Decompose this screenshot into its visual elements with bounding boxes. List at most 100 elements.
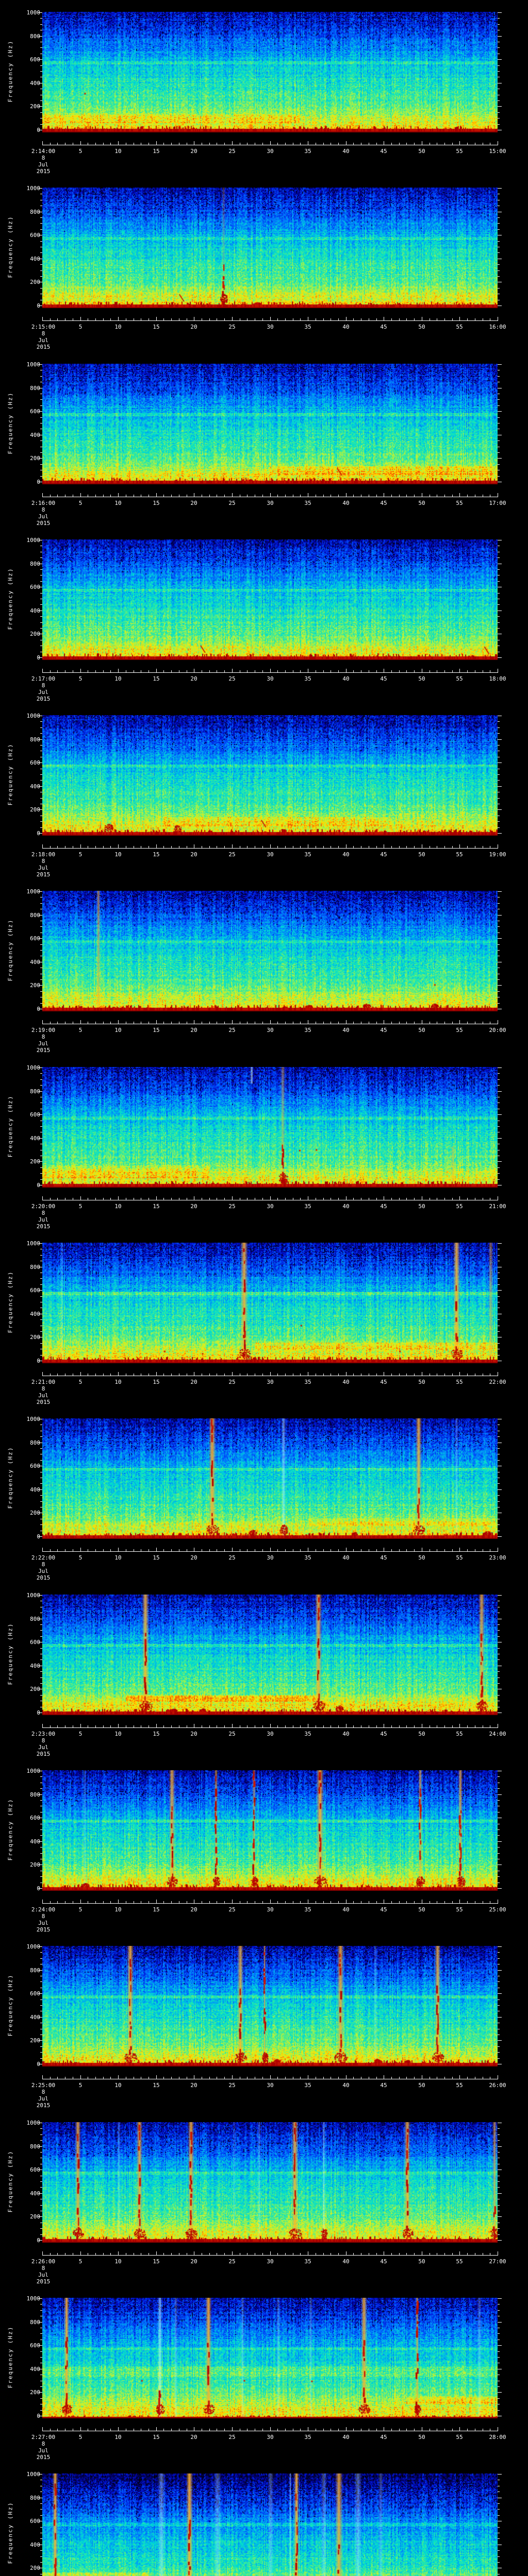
axis-tick: [40, 112, 42, 113]
y-axis-tick-label: 600: [30, 1814, 40, 1821]
axis-tick: [42, 141, 43, 145]
axis-tick: [399, 1725, 400, 1727]
x-axis-tick-label: 45: [380, 2258, 387, 2265]
axis-tick: [40, 1835, 42, 1836]
axis-tick: [40, 592, 42, 594]
axis-tick: [40, 903, 42, 904]
axis-tick: [40, 569, 42, 570]
axis-tick: [232, 1548, 233, 1552]
x-axis-start-time-label: 2:21:00: [31, 1379, 56, 1386]
axis-tick: [156, 317, 157, 321]
x-axis-end-time-label: 23:00: [489, 1554, 506, 1562]
axis-tick: [498, 2228, 500, 2229]
axis-tick: [40, 2410, 42, 2411]
y-axis-tick-label: 400: [30, 1134, 40, 1142]
y-axis-title: Frequency (Hz): [7, 1974, 14, 2037]
axis-tick: [80, 1899, 81, 1903]
axis-tick: [232, 2251, 233, 2255]
axis-tick: [40, 616, 42, 617]
axis-tick: [163, 846, 164, 849]
axis-tick: [498, 1483, 500, 1484]
x-axis-tick-label: 20: [190, 1202, 197, 1210]
x-axis-tick-label: 35: [304, 1554, 311, 1562]
axis-tick: [459, 1372, 460, 1376]
axis-tick: [406, 1901, 407, 1903]
axis-tick: [391, 318, 392, 321]
x-axis-tick-label: 25: [228, 1730, 236, 1737]
x-axis-tick-label: 5: [78, 1027, 82, 1034]
axis-tick: [171, 2077, 172, 2079]
date-day-label: 8: [41, 1912, 45, 1920]
x-axis-tick-label: 5: [78, 1379, 82, 1386]
axis-tick: [42, 844, 43, 849]
axis-tick: [148, 318, 149, 321]
axis-tick: [57, 2077, 58, 2079]
axis-tick: [40, 2058, 42, 2059]
axis-tick: [498, 2386, 500, 2387]
y-axis-tick-label: 200: [30, 806, 40, 814]
axis-tick: [498, 417, 500, 418]
axis-tick: [247, 318, 248, 321]
axis-tick: [414, 2252, 415, 2255]
axis-tick: [498, 12, 502, 13]
axis-tick: [353, 1197, 354, 1200]
date-year-label: 2015: [36, 1926, 51, 1933]
y-axis-tick-label: 200: [30, 1510, 40, 1517]
y-axis-tick-label: 200: [30, 2213, 40, 2220]
axis-tick: [118, 1548, 119, 1552]
axis-tick: [498, 440, 500, 441]
axis-tick: [498, 1888, 502, 1889]
axis-tick: [353, 1549, 354, 1552]
axis-tick: [163, 670, 164, 672]
axis-tick: [498, 2474, 502, 2475]
axis-tick: [406, 2077, 407, 2079]
axis-tick: [498, 798, 500, 799]
x-axis-tick-label: 15: [153, 1906, 160, 1913]
axis-tick: [498, 727, 500, 728]
y-axis-tick-label: 200: [30, 1685, 40, 1692]
time-axis-line: [42, 672, 498, 673]
axis-tick: [148, 494, 149, 497]
x-axis-tick-label: 40: [342, 675, 350, 682]
axis-tick: [163, 1901, 164, 1903]
axis-tick: [323, 1725, 324, 1727]
x-axis-tick-label: 35: [304, 499, 311, 506]
spectrogram-canvas: [42, 1770, 498, 1891]
axis-tick: [95, 1374, 96, 1376]
axis-tick: [498, 1999, 500, 2001]
axis-tick: [40, 1501, 42, 1502]
axis-tick: [498, 252, 500, 253]
x-axis-start-time-label: 2:27:00: [31, 2433, 56, 2441]
axis-tick: [498, 1091, 502, 1092]
axis-tick: [414, 670, 415, 672]
y-axis-tick-label: 0: [19, 1006, 40, 1012]
axis-tick: [467, 2077, 468, 2079]
axis-tick: [224, 670, 225, 672]
axis-tick: [80, 1723, 81, 1727]
spectrogram-canvas: [42, 188, 498, 309]
x-axis-tick-label: 25: [228, 851, 236, 858]
axis-tick: [224, 143, 225, 145]
axis-tick: [148, 1197, 149, 1200]
axis-tick: [467, 2428, 468, 2431]
axis-tick: [171, 670, 172, 672]
axis-tick: [40, 2527, 42, 2528]
x-axis-tick-label: 15: [153, 1202, 160, 1210]
axis-tick: [40, 2351, 42, 2352]
y-axis-tick-label: 800: [30, 912, 40, 919]
axis-tick: [391, 1197, 392, 1200]
axis-tick: [300, 1197, 301, 1200]
x-axis-tick-label: 25: [228, 324, 236, 331]
axis-tick: [498, 288, 500, 289]
x-axis-tick-label: 20: [190, 1027, 197, 1034]
axis-tick: [148, 1022, 149, 1024]
axis-tick: [498, 774, 500, 775]
axis-tick: [247, 143, 248, 145]
x-axis-start-time-label: 2:15:00: [31, 324, 56, 331]
x-axis-end-time-label: 24:00: [489, 1730, 506, 1737]
axis-tick: [40, 1630, 42, 1631]
x-axis-tick-label: 40: [342, 1554, 350, 1562]
axis-tick: [338, 2428, 339, 2431]
axis-tick: [498, 1489, 502, 1490]
x-axis-tick-label: 15: [153, 148, 160, 155]
